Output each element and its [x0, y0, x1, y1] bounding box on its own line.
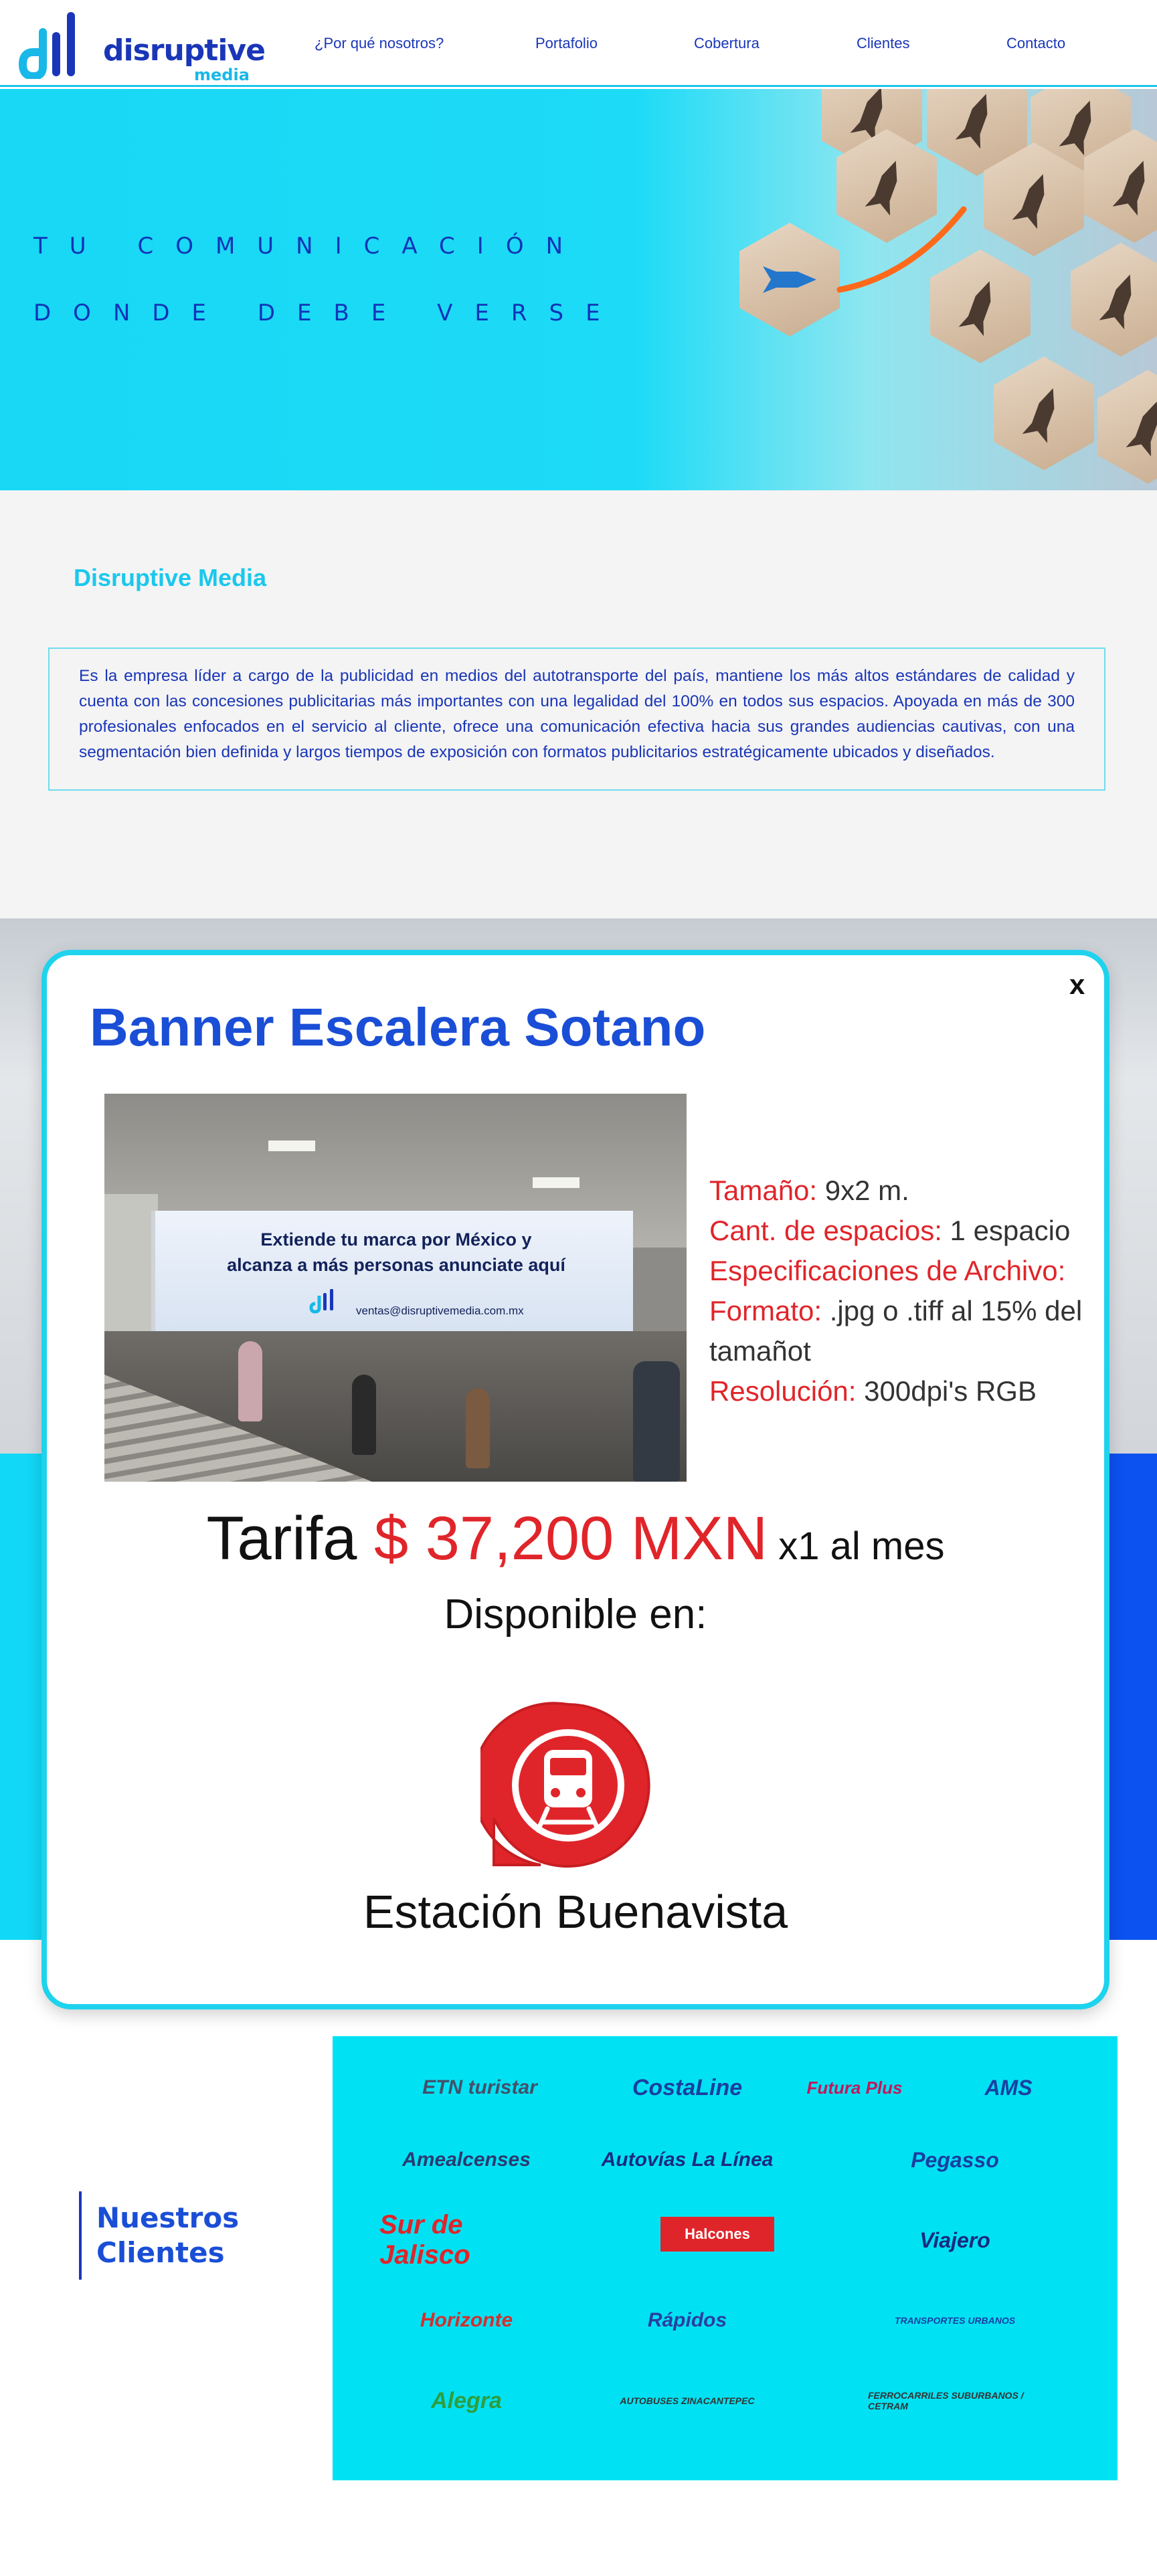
- product-photo: Extiende tu marca por México y alcanza a…: [104, 1094, 687, 1482]
- spec-spaces: Cant. de espacios: 1 espacio: [709, 1211, 1084, 1251]
- clients-logo-panel: ETN turistar CostaLine Futura Plus AMS Ameal…: [333, 2036, 1118, 2480]
- product-specs: Tamaño: 9x2 m. Cant. de espacios: 1 espa…: [709, 1171, 1084, 1411]
- price-line: Tarifa $ 37,200 MXN x1 al mes: [47, 1504, 1104, 1574]
- about-section: Disruptive Media Es la empresa líder a c…: [0, 490, 1157, 918]
- client-logo-alegra: Alegra: [431, 2387, 502, 2413]
- ceiling-light: [268, 1141, 315, 1151]
- client-logo-futura-plus: Futura Plus: [806, 2077, 903, 2098]
- nav-contacto[interactable]: Contacto: [1006, 35, 1065, 52]
- brand-sub: media: [194, 66, 250, 84]
- product-modal: x Banner Escalera Sotano Extiende tu mar…: [41, 950, 1109, 2009]
- rocket-icon: [1126, 397, 1157, 457]
- spec-resolution-label: Resolución:: [709, 1375, 857, 1407]
- client-logo-halcones: Halcones: [660, 2217, 774, 2252]
- rocket-icon: [1012, 170, 1056, 229]
- spec-size: Tamaño: 9x2 m.: [709, 1171, 1084, 1211]
- clients-title: Nuestros Clientes: [79, 2191, 253, 2280]
- photo-person: [466, 1388, 490, 1468]
- spec-spaces-label: Cant. de espacios:: [709, 1215, 942, 1246]
- clients-title-line-1: Nuestros: [96, 2201, 240, 2234]
- hexagon-rocket: [994, 357, 1094, 470]
- client-logo-sur-de-jalisco: Sur de Jalisco: [379, 2210, 470, 2270]
- spec-format: Formato: .jpg o .tiff al 15% del tamañot: [709, 1291, 1084, 1371]
- spec-spaces-value: 1 espacio: [942, 1215, 1071, 1246]
- nav-cobertura[interactable]: Cobertura: [694, 35, 760, 52]
- photo-person: [352, 1375, 376, 1455]
- site-header: disruptive media ¿Por qué nosotros? Port…: [0, 0, 1157, 87]
- about-title: Disruptive Media: [74, 564, 267, 591]
- rocket-icon: [1022, 384, 1066, 443]
- clients-title-line-2: Clientes: [96, 2236, 225, 2269]
- client-logo-transportes-urbanos: TRANSPORTES URBANOS: [894, 2315, 1016, 2326]
- about-text: Es la empresa líder a cargo de la public…: [79, 667, 1075, 761]
- nav-portafolio[interactable]: Portafolio: [535, 35, 598, 52]
- rocket-trail-icon: [836, 206, 967, 293]
- tarifa-label: Tarifa: [206, 1504, 375, 1573]
- modal-title: Banner Escalera Sotano: [90, 997, 706, 1057]
- ad-billboard: Extiende tu marca por México y alcanza a…: [151, 1211, 633, 1331]
- logo-mark-icon: [19, 12, 75, 79]
- hero-line-2: DONDE DEBE VERSE: [33, 300, 622, 326]
- hero-line-1: TU COMUNICACIÓN: [33, 233, 586, 260]
- client-logo-ams: AMS: [984, 2075, 1033, 2100]
- rocket-icon: [1099, 270, 1143, 330]
- client-logo-autobuses-zinacantepec: AUTOBUSES ZINACANTEPEC: [620, 2395, 755, 2406]
- station-name: Estación Buenavista: [363, 1886, 788, 1938]
- ad-line-2: alcanza a más personas anunciate aquí: [227, 1255, 565, 1275]
- hexagon-rocket-blue: [739, 223, 840, 336]
- brand-logo[interactable]: disruptive media: [19, 9, 266, 84]
- close-button[interactable]: x: [1069, 969, 1085, 1001]
- client-logo-autov-as-la-l-nea: Autovías La Línea: [601, 2149, 774, 2171]
- nav-clientes[interactable]: Clientes: [857, 35, 909, 52]
- rocket-icon: [1113, 157, 1156, 216]
- client-logo-etn-turistar: ETN turistar: [422, 2076, 537, 2098]
- spec-size-value: 9x2 m.: [817, 1175, 909, 1206]
- client-logo-pegasso: Pegasso: [911, 2147, 999, 2172]
- available-label: Disponible en:: [444, 1591, 707, 1638]
- nav-por-que-nosotros[interactable]: ¿Por qué nosotros?: [315, 35, 444, 52]
- rocket-icon: [956, 90, 999, 149]
- ad-line-1: Extiende tu marca por México y: [260, 1229, 532, 1250]
- spec-format-label: Formato:: [709, 1295, 822, 1326]
- ceiling-light: [533, 1177, 580, 1188]
- client-logo-r-pidos: Rápidos: [647, 2309, 727, 2331]
- hexagon-rocket: [1071, 243, 1157, 357]
- client-logo-ferrocarriles-suburbanos-cetram: FERROCARRILES SUBURBANOS / CETRAM: [868, 2390, 1024, 2411]
- spec-resolution-value: 300dpi's RGB: [856, 1375, 1037, 1407]
- brand-word: disruptive: [103, 33, 266, 68]
- client-logo-viajero: Viajero: [919, 2227, 990, 2252]
- ad-logo-icon: [309, 1289, 333, 1314]
- spec-resolution: Resolución: 300dpi's RGB: [709, 1371, 1084, 1411]
- photo-person: [238, 1341, 262, 1421]
- photo-person: [633, 1361, 680, 1482]
- ad-email: ventas@disruptivemedia.com.mx: [356, 1304, 524, 1317]
- spec-size-label: Tamaño:: [709, 1175, 818, 1206]
- price-value: $ 37,200 MXN: [374, 1504, 768, 1573]
- hero-banner: TU COMUNICACIÓN DONDE DEBE VERSE: [0, 89, 1157, 490]
- price-period: x1 al mes: [768, 1524, 945, 1568]
- rocket-icon: [1059, 96, 1103, 156]
- hexagon-rocket: [1097, 370, 1157, 484]
- client-logo-nuevo-horizonte: Horizonte: [420, 2309, 513, 2331]
- spec-file-label: Especificaciones de Archivo:: [709, 1255, 1066, 1286]
- train-station-icon: [480, 1702, 650, 1868]
- rocket-icon: [763, 266, 816, 293]
- about-box: Es la empresa líder a cargo de la public…: [48, 648, 1105, 791]
- spec-file: Especificaciones de Archivo:: [709, 1251, 1084, 1291]
- client-logo-costa-line: CostaLine: [632, 2074, 743, 2100]
- client-logo-amealcenses: Amealcenses: [402, 2149, 531, 2171]
